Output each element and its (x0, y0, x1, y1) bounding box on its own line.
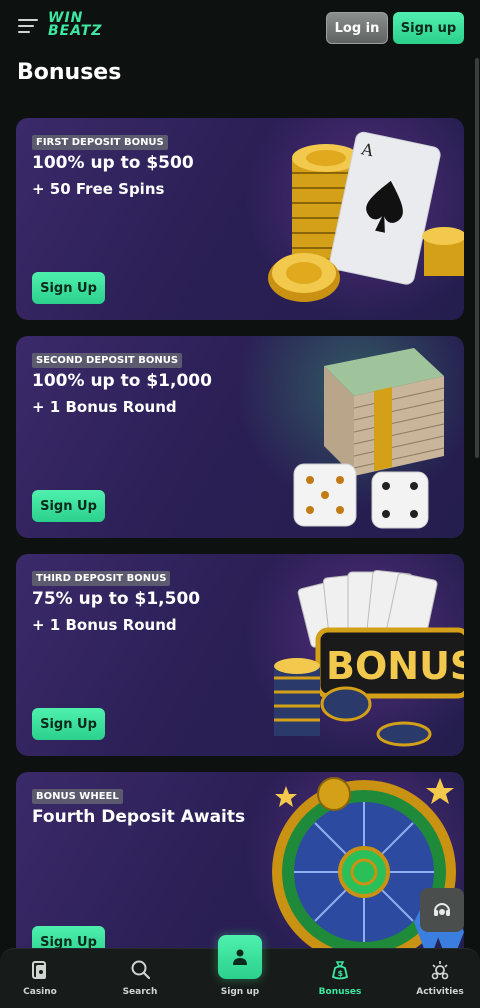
page-title: Bonuses (17, 60, 122, 85)
bonus-badge: BONUS WHEEL (32, 789, 123, 804)
bonus-subline: + 1 Bonus Round (32, 616, 177, 634)
scrollbar[interactable] (475, 58, 479, 458)
nav-label: Search (122, 987, 158, 997)
search-icon (131, 960, 150, 980)
nav-item-search[interactable]: Search (100, 949, 180, 1008)
card-signup-button[interactable]: Sign Up (32, 708, 105, 740)
svg-text:$: $ (338, 969, 344, 978)
login-button[interactable]: Log in (326, 12, 388, 44)
bonus-sign-illustration: BONUS (274, 569, 464, 747)
top-bar: WIN BEATZ Log in Sign up (0, 0, 480, 56)
signup-button[interactable]: Sign up (393, 12, 464, 44)
bonus-subline: + 1 Bonus Round (32, 398, 177, 416)
nav-item-activities[interactable]: Activities (400, 949, 480, 1008)
nav-label: Activities (416, 987, 464, 997)
bonus-headline: 75% up to $1,500 (32, 589, 201, 609)
card-signup-button[interactable]: Sign Up (32, 490, 105, 522)
bonus-badge: THIRD DEPOSIT BONUS (32, 571, 171, 586)
bonus-sign-text: BONUS (326, 644, 464, 688)
bonus-headline: 100% up to $500 (32, 153, 194, 173)
nav-label: Bonuses (318, 987, 362, 997)
bonus-headline: 100% up to $1,000 (32, 371, 212, 391)
casino-icon (32, 961, 46, 979)
nav-item-bonuses[interactable]: $ Bonuses (300, 949, 380, 1008)
activities-icon (431, 961, 449, 980)
bonus-sign-icon: BONUS (315, 627, 464, 699)
bonus-bag-icon: $ (331, 961, 349, 980)
nav-item-casino[interactable]: Casino (0, 949, 80, 1008)
bonus-card-second-deposit[interactable]: SECOND DEPOSIT BONUS 100% up to $1,000 +… (16, 336, 464, 538)
cash-stack-icon (324, 348, 445, 476)
bonus-subline: + 50 Free Spins (32, 180, 165, 198)
bonus-wheel-illustration (272, 777, 464, 968)
nav-label: Casino (23, 987, 57, 997)
bonus-badge: FIRST DEPOSIT BONUS (32, 135, 168, 150)
coin-stack-right-icon (422, 227, 464, 276)
bonus-card-third-deposit[interactable]: THIRD DEPOSIT BONUS 75% up to $1,500 + 1… (16, 554, 464, 756)
coins-and-ace-illustration: A (268, 131, 464, 302)
bonus-badge: SECOND DEPOSIT BONUS (32, 353, 183, 368)
support-chat-button[interactable] (420, 888, 464, 932)
bonus-headline: Fourth Deposit Awaits (32, 807, 246, 827)
nav-signup-tile[interactable] (218, 935, 262, 979)
headset-icon (434, 903, 450, 916)
nav-label: Sign up (220, 987, 260, 997)
user-icon (233, 949, 247, 965)
cash-and-dice-illustration (293, 348, 445, 529)
hamburger-menu-icon[interactable] (18, 19, 38, 35)
logo[interactable]: WIN BEATZ (48, 11, 122, 40)
bonus-card-first-deposit[interactable]: FIRST DEPOSIT BONUS 100% up to $500 + 50… (16, 118, 464, 320)
card-signup-button[interactable]: Sign Up (32, 272, 105, 304)
logo-line-2: BEATZ (48, 23, 103, 39)
